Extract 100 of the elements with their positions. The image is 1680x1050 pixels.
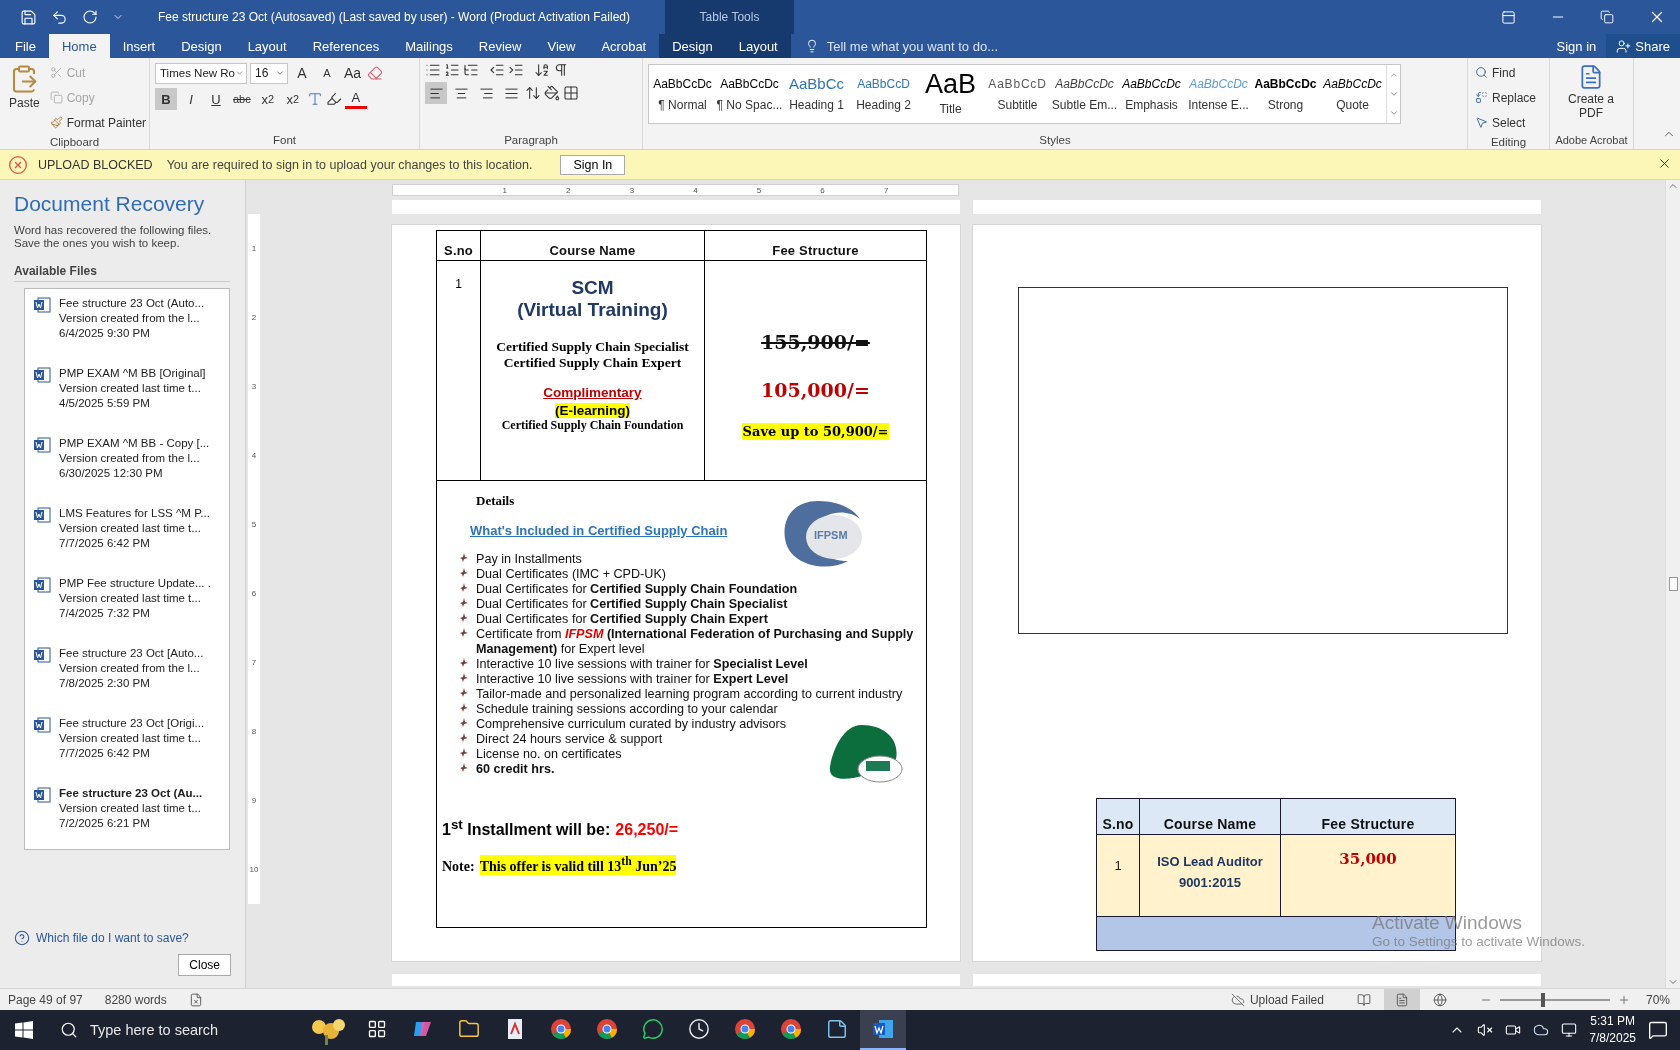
save-icon[interactable] [20, 8, 37, 26]
create-pdf-button[interactable]: Create a PDF [1555, 62, 1627, 131]
clock[interactable]: 5:31 PM 7/8/2025 [1589, 1013, 1636, 1047]
ribbon-tab[interactable]: Insert [109, 34, 169, 58]
recovered-file[interactable]: PMP EXAM ^M BB - Copy [... Version created from the l... 6/30/2025 12:30 PM [25, 433, 229, 503]
paste-button[interactable]: Paste [5, 62, 44, 133]
zoom-slider-thumb[interactable] [1540, 992, 1545, 1007]
undo-icon[interactable] [51, 8, 68, 26]
font-size-field[interactable]: 16 [250, 62, 288, 84]
recovered-file[interactable]: Fee structure 23 Oct [Auto... Version created from the l... 7/8/2025 2:30 PM [25, 643, 229, 713]
strike-button[interactable]: abc [230, 88, 254, 110]
ribbon-tab[interactable]: Home [48, 34, 110, 58]
style-preset[interactable]: AaBbCcDc Intense E... [1185, 65, 1252, 123]
restore-icon[interactable] [1600, 10, 1614, 24]
highlight-icon[interactable] [325, 91, 342, 107]
certification: Certified Supply Chain Expert [503, 355, 682, 371]
message-title: UPLOAD BLOCKED [38, 157, 153, 172]
borders-icon[interactable] [563, 85, 579, 101]
redo-icon[interactable] [82, 9, 98, 25]
help-link[interactable]: Which file do I want to save? [14, 930, 231, 946]
feature-item: Interactive 10 live sessions with trainer for Specialist Level [476, 657, 809, 672]
camera-icon[interactable] [1505, 1022, 1522, 1038]
style-name: Subtitle [997, 98, 1038, 112]
pilcrow-icon[interactable] [553, 62, 569, 78]
shrink-font-button[interactable]: A [316, 62, 338, 84]
numbering-icon[interactable] [444, 62, 460, 78]
section-link[interactable]: What's Included in Certified Supply Chain [442, 523, 728, 538]
shading-icon[interactable] [544, 85, 560, 101]
word-count[interactable]: 8280 words [104, 992, 167, 1007]
recovered-file[interactable]: PMP EXAM ^M BB [Original] Version created last time t... 4/5/2025 5:59 PM [25, 363, 229, 433]
file-date: 4/5/2025 5:59 PM [59, 396, 151, 411]
proofing-icon[interactable] [188, 992, 203, 1007]
painter-button[interactable]: Format Painter [47, 112, 149, 133]
sort-icon[interactable] [534, 62, 550, 78]
share-button[interactable]: Share [1606, 34, 1680, 58]
close-button[interactable]: Close [178, 954, 231, 976]
recovered-file[interactable]: Fee structure 23 Oct (Auto... Version created from the l... 6/4/2025 9:30 PM [25, 293, 229, 363]
font-color-button[interactable]: A [344, 89, 367, 109]
scroll-thumb[interactable] [1668, 577, 1678, 591]
line-spacing-icon[interactable] [525, 85, 541, 101]
bullet-icon [460, 598, 468, 607]
recovered-file[interactable]: LMS Features for LSS ^M P... Version created last time t... 7/7/2025 6:42 PM [25, 503, 229, 573]
mute-icon[interactable] [1477, 1022, 1494, 1038]
style-preset[interactable]: AaBbCcDc ¶ No Spac... [716, 65, 783, 123]
notifications-icon[interactable] [1648, 1020, 1668, 1040]
ribbon-tab[interactable]: Acrobat [588, 34, 660, 58]
style-preset[interactable]: AaBbCcDc ¶ Normal [649, 65, 716, 123]
ribbon-display-icon[interactable] [1501, 9, 1516, 25]
ruler-number: 1 [502, 185, 507, 195]
underline-button[interactable]: U [205, 88, 227, 110]
ribbon-tab[interactable]: Mailings [392, 34, 466, 58]
clear-formatting-icon[interactable] [367, 65, 384, 81]
style-preset[interactable]: AaBbCcDc Emphasis [1118, 65, 1185, 123]
style-preset[interactable]: AaBbCc Heading 1 [783, 65, 850, 123]
ribbon-tab[interactable]: Design [659, 34, 726, 58]
network-icon[interactable] [1561, 1022, 1578, 1038]
ribbon-tab[interactable]: References [299, 34, 393, 58]
bullet-icon [460, 733, 468, 742]
font-name-field[interactable]: Times New Ro [155, 62, 247, 84]
multilevel-list-icon[interactable] [463, 62, 479, 78]
select-button[interactable]: Select [1473, 112, 1539, 133]
grow-font-button[interactable]: A [291, 62, 313, 84]
word-app-icon [872, 1018, 894, 1040]
ribbon-tab[interactable]: Layout [234, 34, 300, 58]
style-preset[interactable]: AaBbCcDc Subtle Em... [1051, 65, 1118, 123]
ribbon-tab[interactable]: View [534, 34, 589, 58]
align-left-button[interactable] [425, 82, 447, 104]
increase-indent-icon[interactable] [508, 62, 524, 78]
ruler-number: 4 [251, 451, 257, 460]
bullets-icon[interactable] [425, 62, 441, 78]
page-count[interactable]: Page 49 of 97 [8, 992, 83, 1007]
change-case-button[interactable]: Aa [341, 62, 365, 84]
style-preset[interactable]: AaB Title [917, 65, 984, 123]
zoom-level[interactable]: 70% [1645, 992, 1670, 1007]
cloud-icon[interactable] [1533, 1022, 1550, 1038]
style-preset[interactable]: AaBbCcD Heading 2 [850, 65, 917, 123]
recovered-file[interactable]: Fee structure 23 Oct (Au... Version created last time t... 7/2/2025 6:21 PM [25, 783, 229, 853]
ribbon-tab[interactable]: Design [168, 34, 235, 58]
italic-button[interactable]: I [180, 88, 202, 110]
ribbon-tab[interactable]: Review [465, 34, 535, 58]
start-icon[interactable] [15, 1021, 33, 1039]
bold-button[interactable]: B [155, 88, 177, 110]
ribbon-tab[interactable]: File [2, 34, 49, 58]
sign-in-link[interactable]: Sign in [1546, 34, 1607, 58]
style-preset[interactable]: AaBbCcD Subtitle [984, 65, 1051, 123]
style-preset[interactable]: AaBbCcDc Strong [1252, 65, 1319, 123]
upload-status[interactable]: Upload Failed [1230, 992, 1324, 1007]
ribbon-tab[interactable]: Layout [725, 34, 791, 58]
ruler-number: 8 [251, 727, 257, 736]
print-view-button[interactable] [1383, 989, 1420, 1010]
column-header: S.no [437, 231, 481, 260]
sign-in-button[interactable]: Sign In [560, 154, 626, 175]
tell-me-field[interactable]: Tell me what you want to do... [824, 37, 1125, 55]
find-button[interactable]: Find [1473, 62, 1539, 83]
taskbar-search-field[interactable]: Type here to search [88, 1021, 278, 1039]
replace-button[interactable]: Replace [1473, 87, 1539, 108]
decrease-indent-icon[interactable] [489, 62, 505, 78]
recovered-file[interactable]: Fee structure 23 Oct [Origi... Version created last time t... 7/7/2025 6:42 PM [25, 713, 229, 783]
style-preset[interactable]: AaBbCcDc Quote [1319, 65, 1386, 123]
recovered-file[interactable]: PMP Fee structure Update... . Version created last time t... 7/4/2025 7:32 PM [25, 573, 229, 643]
